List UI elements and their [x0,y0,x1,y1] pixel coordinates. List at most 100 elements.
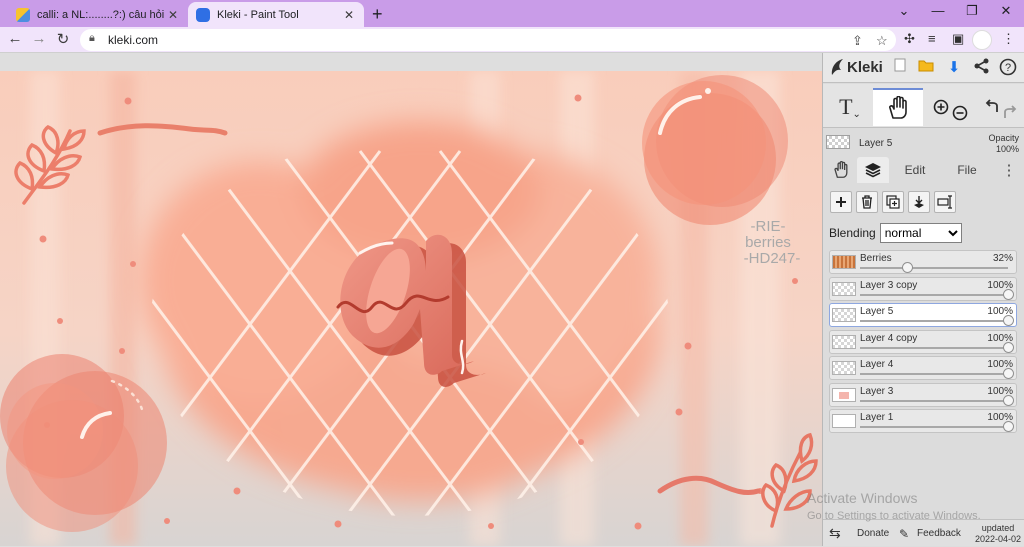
new-tab-button[interactable]: + [372,4,383,25]
layer-item-berries[interactable]: Berries 32% [829,250,1017,274]
swap-icon[interactable]: ⇆ [829,520,841,547]
brand-name: Kleki [847,59,883,76]
restore-icon[interactable]: ❐ [962,3,982,19]
browser-tab-inactive[interactable]: calli: a NL:........?:) câu hỏi 4280731 … [8,2,188,27]
layer-item-layer-4[interactable]: Layer 4 100% [829,356,1017,380]
tab-file[interactable]: File [947,157,987,183]
help-icon[interactable]: ? [999,58,1017,80]
layer-opacity: 32% [992,253,1013,264]
opacity-slider-knob[interactable] [1003,421,1014,432]
opacity-slider-knob[interactable] [1003,341,1014,353]
side-panel-icon[interactable]: ▣ [952,31,964,47]
layer-thumbnail [832,361,856,375]
zoom-out-icon[interactable] [949,102,971,124]
bookmark-star-icon[interactable]: ☆ [876,33,888,49]
tool-row: T ⌄ [823,84,1024,128]
panel-top-bar: Kleki ⬇︎ ? [823,53,1024,83]
blending-row: Blending normal [829,223,962,243]
profile-avatar[interactable] [972,30,992,50]
new-file-icon[interactable] [891,58,909,76]
add-layer-button[interactable] [830,191,852,213]
opacity-slider-knob[interactable] [1003,368,1014,379]
layer-item-layer-1[interactable]: Layer 1 100% [829,409,1017,433]
hoidap-favicon-icon [16,7,30,22]
signature-line-1: -RIE- [751,218,786,235]
share-icon[interactable]: ⇪ [852,33,863,49]
minimize-icon[interactable]: — [928,3,948,18]
feedback-icon: ✎ [899,526,910,541]
active-layer-info: Layer 5 Opacity 100% [823,129,1024,157]
extensions-icon[interactable]: ✣ [904,31,915,47]
opacity-slider[interactable] [860,315,1014,326]
drawing-canvas[interactable]: -RIE- berries -HD247- [0,71,822,546]
tab-title: calli: a NL:........?:) câu hỏi 4280731 [37,8,166,21]
browser-toolbar: ← → ↻ 🔒︎ kleki.com ⇪ ☆ ✣ ≡ ▣ ⋮ [0,27,1024,53]
opacity-label: Opacity [988,133,1019,143]
back-icon[interactable]: ← [6,30,24,47]
media-control-icon[interactable]: ≡ [928,31,936,46]
active-layer-name: Layer 5 [859,138,893,149]
opacity-slider-knob[interactable] [1003,315,1014,326]
opacity-slider[interactable] [860,394,1014,406]
forward-icon[interactable]: → [30,30,48,47]
close-tab-icon[interactable]: ✕ [166,8,180,22]
layer-name: Layer 3 copy [860,279,918,291]
kleki-favicon-icon [196,7,210,22]
more-options-icon[interactable]: ⋮ [999,157,1019,183]
tab-search-icon[interactable]: ⌄ [894,3,914,19]
merge-down-icon[interactable] [908,191,930,213]
tab-edit[interactable]: Edit [895,157,935,183]
kleki-side-panel: Kleki ⬇︎ ? T ⌄ Layer 5 Opacity 100% Edit… [822,53,1024,546]
share-icon[interactable] [973,58,991,78]
layer-item-layer-3[interactable]: Layer 3 100% [829,382,1017,407]
panel-footer: ⇆ Donate ✎ Feedback updated 2022-04-02 [823,519,1024,546]
menu-dots-icon[interactable]: ⋮ [1002,31,1015,47]
updated-date: 2022-04-02 [975,534,1022,544]
opacity-slider[interactable] [860,368,1014,379]
close-tab-icon[interactable]: ✕ [342,8,356,22]
tab-layers-icon[interactable] [857,157,889,183]
layer-list: Berries 32% Layer 3 copy 100% Layer 5 10… [829,250,1019,436]
tab-hand-icon[interactable] [827,157,855,183]
layer-item-layer-4-copy[interactable]: Layer 4 copy 100% [829,329,1017,354]
reload-icon[interactable]: ↻ [54,30,72,48]
opacity-slider[interactable] [860,341,1014,353]
layer-name: Layer 1 [860,412,894,423]
browser-tab-bar: calli: a NL:........?:) câu hỏi 4280731 … [0,0,1024,27]
url-text: kleki.com [108,33,159,47]
text-tool-icon[interactable]: T ⌄ [831,88,869,126]
layer-name: Layer 5 [860,306,894,317]
layer-name: Layer 4 [860,359,894,370]
open-folder-icon[interactable] [917,58,935,76]
opacity-slider-knob[interactable] [1003,288,1014,300]
opacity-value: 100% [995,144,1019,154]
blending-mode-select[interactable]: normal [879,223,962,243]
duplicate-layer-icon[interactable] [882,191,904,213]
opacity-slider-knob[interactable] [1003,394,1014,406]
layer-thumbnail [832,334,856,349]
browser-tab-active[interactable]: Kleki - Paint Tool ✕ [188,2,364,27]
address-bar[interactable]: 🔒︎ kleki.com ⇪ ☆ [80,29,896,51]
opacity-slider[interactable] [860,421,1014,432]
blending-label: Blending [829,226,876,240]
updated-info: updated 2022-04-02 [975,523,1021,545]
layer-name: Layer 3 [860,385,894,397]
redo-icon[interactable] [999,102,1021,124]
rename-layer-icon[interactable] [934,191,956,213]
delete-layer-icon[interactable] [856,191,878,213]
active-layer-thumbnail [826,135,850,149]
hand-tool-icon[interactable] [873,88,923,126]
layer-item-layer-5[interactable]: Layer 5 100% [829,303,1017,327]
opacity-slider-knob[interactable] [902,262,914,273]
signature-line-2: berries [745,234,791,251]
feedback-link[interactable]: Feedback [917,520,961,547]
opacity-slider[interactable] [860,262,1008,273]
window-close-icon[interactable]: ✕ [996,3,1016,19]
opacity-slider[interactable] [860,288,1014,300]
donate-link[interactable]: Donate [857,520,889,547]
active-layer-opacity: Opacity 100% [988,133,1019,155]
layer-action-buttons [823,191,1024,217]
download-icon[interactable]: ⬇︎ [945,58,963,76]
layer-item-layer-3-copy[interactable]: Layer 3 copy 100% [829,276,1017,301]
kleki-logo-icon [831,59,843,75]
